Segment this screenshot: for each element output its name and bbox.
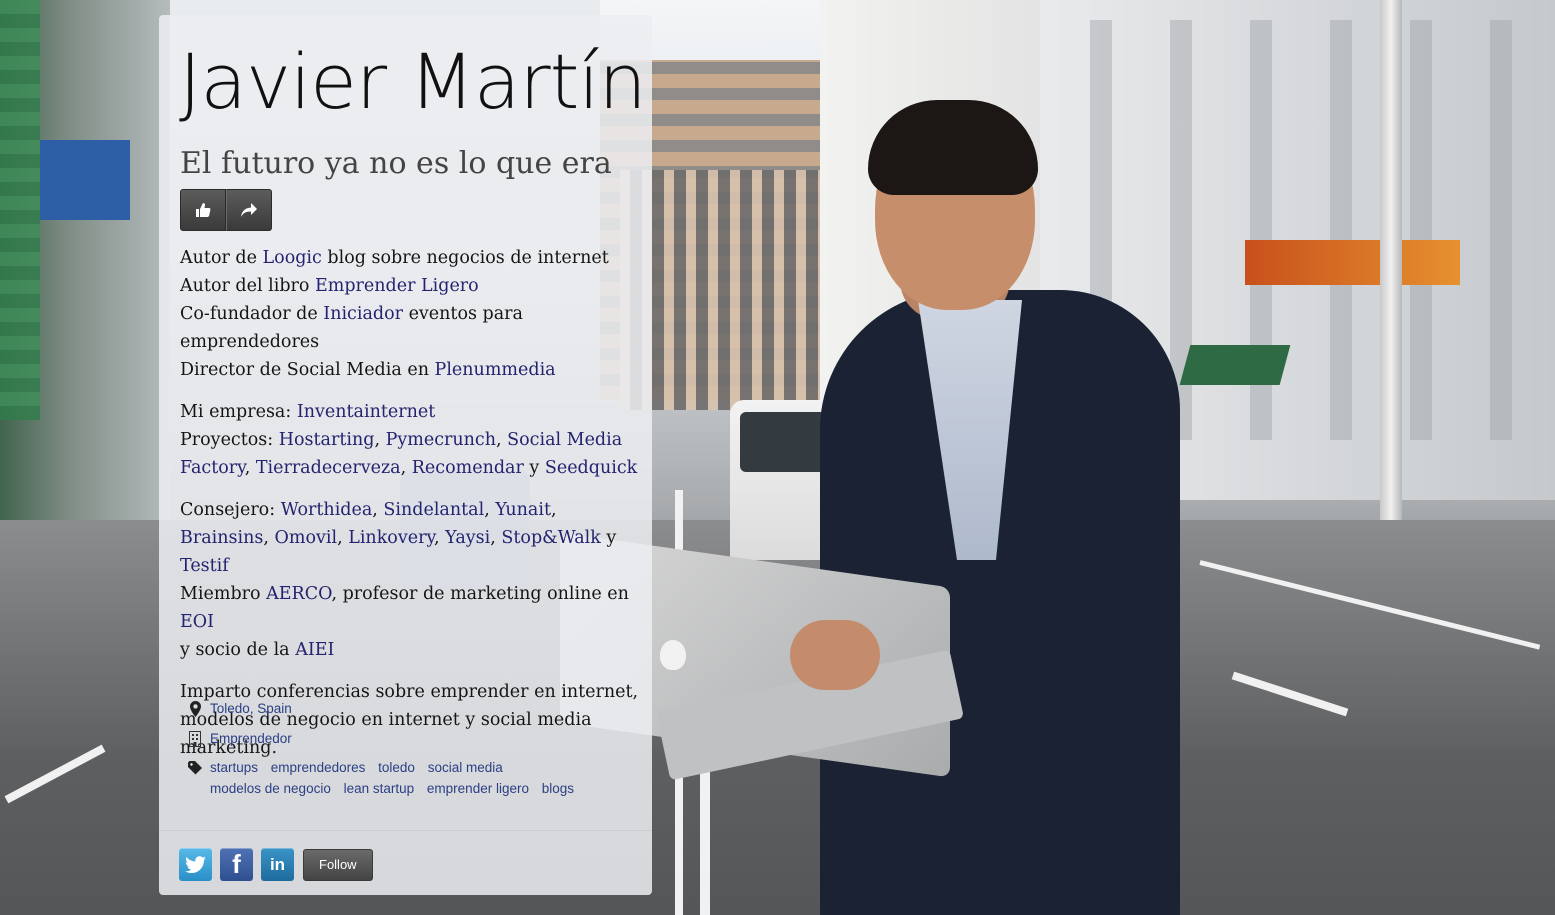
link-yunait[interactable]: Yunait	[495, 500, 551, 520]
profile-name: Javier Martín	[179, 37, 647, 126]
tag-icon	[187, 761, 203, 779]
bio-text: Autor de	[180, 248, 263, 268]
tag-toledo[interactable]: toledo	[378, 760, 415, 775]
link-seedquick[interactable]: Seedquick	[545, 458, 637, 478]
link-recomendar[interactable]: Recomendar	[412, 458, 524, 478]
compliment-button[interactable]	[180, 189, 226, 231]
link-plenummedia[interactable]: Plenummedia	[435, 360, 556, 380]
bio-text: y socio de la	[180, 640, 296, 660]
bio-text: , profesor de marketing online en	[331, 584, 629, 604]
apple-logo-icon	[660, 640, 686, 670]
action-buttons	[180, 189, 272, 231]
bio-text: Director de Social Media en	[180, 360, 435, 380]
link-brainsins[interactable]: Brainsins	[180, 528, 263, 548]
twitter-button[interactable]	[179, 848, 212, 881]
link-eoi[interactable]: EOI	[180, 612, 214, 632]
link-tierradecerveza[interactable]: Tierradecerveza	[256, 458, 401, 478]
person-hand	[790, 620, 880, 690]
tag-emprendedores[interactable]: emprendedores	[271, 760, 366, 775]
facebook-button[interactable]: f	[220, 848, 253, 881]
link-inventainternet[interactable]: Inventainternet	[297, 402, 435, 422]
link-pymecrunch[interactable]: Pymecrunch	[386, 430, 496, 450]
bio-paragraph-advisor: Consejero: Worthidea, Sindelantal, Yunai…	[180, 500, 629, 660]
link-hostarting[interactable]: Hostarting	[279, 430, 375, 450]
store-sign-left	[40, 140, 130, 220]
building-icon	[187, 731, 203, 749]
occupation-row: Emprendedor	[187, 731, 610, 749]
bio-text: Mi empresa:	[180, 402, 297, 422]
bio-text: Autor del libro	[180, 276, 315, 296]
street-pole	[1380, 0, 1402, 520]
bio-text: y	[523, 458, 545, 478]
link-stop-walk[interactable]: Stop&Walk	[501, 528, 600, 548]
link-iniciador[interactable]: Iniciador	[323, 304, 403, 324]
twitter-icon	[184, 855, 206, 873]
tag-modelos-de-negocio[interactable]: modelos de negocio	[210, 781, 331, 796]
profile-tagline: El futuro ya no es lo que era	[180, 146, 612, 181]
facebook-icon: f	[232, 849, 241, 879]
link-aerco[interactable]: AERCO	[266, 584, 331, 604]
follow-button[interactable]: Follow	[303, 848, 373, 881]
tags-row: startups emprendedores toledo social med…	[187, 760, 610, 799]
link-sindelantal[interactable]: Sindelantal	[383, 500, 484, 520]
link-linkovery[interactable]: Linkovery	[348, 528, 434, 548]
bio-text: Miembro	[180, 584, 267, 604]
tag-social-media[interactable]: social media	[428, 760, 503, 775]
social-links: f in Follow	[179, 848, 373, 881]
bio-paragraph-projects: Mi empresa: Inventainternet Proyectos: H…	[180, 402, 638, 478]
bio-text: y	[600, 528, 617, 548]
bio-paragraph-roles: Autor de Loogic blog sobre negocios de i…	[180, 244, 640, 384]
tag-blogs[interactable]: blogs	[542, 781, 574, 796]
profile-meta: Toledo, Spain Emprendedor startups empre…	[187, 701, 610, 811]
store-sign-right	[1245, 240, 1460, 285]
tag-emprender-ligero[interactable]: emprender ligero	[427, 781, 529, 796]
occupation-link[interactable]: Emprendedor	[210, 731, 292, 746]
thumbs-up-icon	[196, 203, 211, 217]
bio-text: Consejero:	[180, 500, 281, 520]
bio-text: Co-fundador de	[180, 304, 324, 324]
location-row: Toledo, Spain	[187, 701, 610, 719]
tag-lean-startup[interactable]: lean startup	[344, 781, 415, 796]
link-testif[interactable]: Testif	[180, 556, 229, 576]
linkedin-icon: in	[269, 854, 286, 874]
share-arrow-icon	[241, 203, 257, 217]
tag-startups[interactable]: startups	[210, 760, 258, 775]
bio-text: Proyectos:	[180, 430, 279, 450]
scaffold-left	[0, 0, 40, 420]
tag-list: startups emprendedores toledo social med…	[210, 757, 610, 799]
green-awning	[1179, 345, 1291, 385]
divider	[159, 830, 652, 831]
link-worthidea[interactable]: Worthidea	[281, 500, 373, 520]
bio-text: blog sobre negocios de internet	[321, 248, 609, 268]
map-pin-icon	[187, 701, 203, 719]
link-loogic[interactable]: Loogic	[263, 248, 322, 268]
profile-panel: Javier Martín El futuro ya no es lo que …	[159, 15, 652, 895]
link-emprender-ligero[interactable]: Emprender Ligero	[315, 276, 479, 296]
link-omovil[interactable]: Omovil	[275, 528, 338, 548]
location-link[interactable]: Toledo, Spain	[210, 701, 292, 716]
link-yaysi[interactable]: Yaysi	[445, 528, 490, 548]
linkedin-button[interactable]: in	[261, 848, 294, 881]
share-button[interactable]	[226, 189, 272, 231]
link-aiei[interactable]: AIEI	[295, 640, 334, 660]
bio: Autor de Loogic blog sobre negocios de i…	[180, 244, 640, 776]
